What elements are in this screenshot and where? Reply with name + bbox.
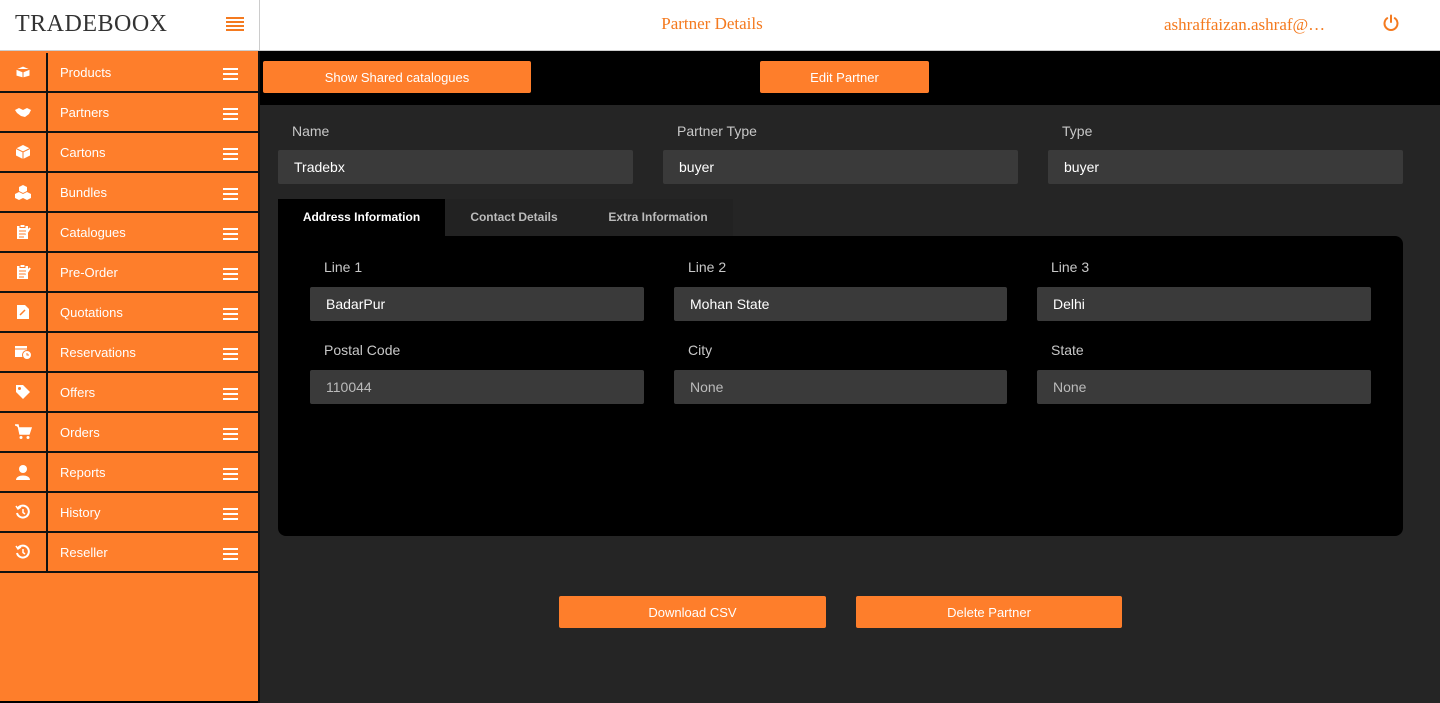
calendar-clock-icon: [0, 333, 48, 371]
hamburger-icon[interactable]: [223, 228, 238, 240]
cart-icon: [0, 413, 48, 451]
sidebar-item-reports[interactable]: Reports: [0, 453, 258, 493]
tab-address-information[interactable]: Address Information: [278, 199, 445, 237]
sidebar-item-partners[interactable]: Partners: [0, 93, 258, 133]
line1-field[interactable]: BadarPur: [310, 287, 644, 321]
tab-extra-information[interactable]: Extra Information: [583, 199, 733, 237]
hamburger-icon[interactable]: [223, 508, 238, 520]
name-field[interactable]: Tradebx: [278, 150, 633, 184]
sidebar-item-label: Reports: [60, 465, 106, 480]
sidebar-item-label: Offers: [60, 385, 96, 400]
sidebar-item-bundles[interactable]: Bundles: [0, 173, 258, 213]
history-icon: [0, 493, 48, 531]
hamburger-icon[interactable]: [223, 468, 238, 480]
partner-type-label: Partner Type: [677, 123, 757, 139]
tab-contact-details[interactable]: Contact Details: [445, 199, 583, 237]
state-field[interactable]: None: [1037, 370, 1371, 404]
sidebar-item-label: Bundles: [60, 185, 107, 200]
line3-field[interactable]: Delhi: [1037, 287, 1371, 321]
hamburger-icon[interactable]: [223, 308, 238, 320]
app-header: TRADEBOOX Partner Details ashraffaizan.a…: [0, 0, 1440, 51]
sidebar-item-label: Catalogues: [60, 225, 126, 240]
postal-code-field[interactable]: 110044: [310, 370, 644, 404]
sidebar-item-label: Pre-Order: [60, 265, 118, 280]
line2-label: Line 2: [688, 259, 727, 275]
line3-label: Line 3: [1051, 259, 1090, 275]
line2-field[interactable]: Mohan State: [674, 287, 1007, 321]
sidebar-item-products[interactable]: Products: [0, 53, 258, 93]
main-area: Show Shared catalogues Edit Partner Name…: [260, 51, 1440, 703]
partner-details-panel: Name Tradebx Partner Type buyer Type buy…: [260, 105, 1440, 703]
brand-logo[interactable]: TRADEBOOX: [15, 11, 168, 38]
line1-label: Line 1: [324, 259, 363, 275]
sidebar-item-label: History: [60, 505, 101, 520]
show-shared-catalogues-button[interactable]: Show Shared catalogues: [263, 61, 531, 93]
clipboard-icon: [0, 213, 48, 251]
user-icon: [0, 453, 48, 491]
sidebar-item-quotations[interactable]: Quotations: [0, 293, 258, 333]
box-icon: [0, 53, 48, 91]
sidebar-item-cartons[interactable]: Cartons: [0, 133, 258, 173]
sidebar-item-label: Quotations: [60, 305, 123, 320]
hamburger-icon[interactable]: [226, 17, 244, 31]
brand-area: TRADEBOOX: [0, 0, 260, 51]
power-icon[interactable]: [1382, 14, 1400, 32]
hamburger-icon[interactable]: [223, 388, 238, 400]
cubes-icon: [0, 173, 48, 211]
handshake-icon: [0, 93, 48, 131]
partner-type-field[interactable]: buyer: [663, 150, 1018, 184]
hamburger-icon[interactable]: [223, 188, 238, 200]
hamburger-icon[interactable]: [223, 548, 238, 560]
cube-icon: [0, 133, 48, 171]
hamburger-icon[interactable]: [223, 428, 238, 440]
history-icon: [0, 533, 48, 571]
document-icon: [0, 293, 48, 331]
hamburger-icon[interactable]: [223, 348, 238, 360]
sidebar-item-catalogues[interactable]: Catalogues: [0, 213, 258, 253]
city-field[interactable]: None: [674, 370, 1007, 404]
hamburger-icon[interactable]: [223, 108, 238, 120]
sidebar-item-label: Orders: [60, 425, 100, 440]
sidebar-item-history[interactable]: History: [0, 493, 258, 533]
sidebar-item-orders[interactable]: Orders: [0, 413, 258, 453]
download-csv-button[interactable]: Download CSV: [559, 596, 826, 628]
type-field[interactable]: buyer: [1048, 150, 1403, 184]
sidebar-item-offers[interactable]: Offers: [0, 373, 258, 413]
hamburger-icon[interactable]: [223, 68, 238, 80]
sidebar: Products Partners Cartons Bundles Catalo…: [0, 51, 258, 701]
sidebar-item-label: Cartons: [60, 145, 106, 160]
address-information-panel: Line 1 BadarPur Line 2 Mohan State Line …: [278, 236, 1403, 536]
user-email[interactable]: ashraffaizan.ashraf@…: [1164, 15, 1339, 35]
postal-code-label: Postal Code: [324, 342, 401, 358]
clipboard-edit-icon: [0, 253, 48, 291]
sidebar-item-label: Reseller: [60, 545, 108, 560]
edit-partner-button[interactable]: Edit Partner: [760, 61, 929, 93]
city-label: City: [688, 342, 713, 358]
sidebar-item-label: Partners: [60, 105, 110, 120]
hamburger-icon[interactable]: [223, 268, 238, 280]
hamburger-icon[interactable]: [223, 148, 238, 160]
toolbar: Show Shared catalogues Edit Partner: [260, 51, 1440, 105]
sidebar-item-label: Products: [60, 65, 112, 80]
page-title: Partner Details: [661, 14, 763, 33]
sidebar-item-reseller[interactable]: Reseller: [0, 533, 258, 573]
sidebar-item-pre-order[interactable]: Pre-Order: [0, 253, 258, 293]
sidebar-item-label: Reservations: [60, 345, 136, 360]
state-label: State: [1051, 342, 1084, 358]
tag-icon: [0, 373, 48, 411]
sidebar-item-reservations[interactable]: Reservations: [0, 333, 258, 373]
name-label: Name: [292, 123, 330, 139]
delete-partner-button[interactable]: Delete Partner: [856, 596, 1122, 628]
type-label: Type: [1062, 123, 1093, 139]
